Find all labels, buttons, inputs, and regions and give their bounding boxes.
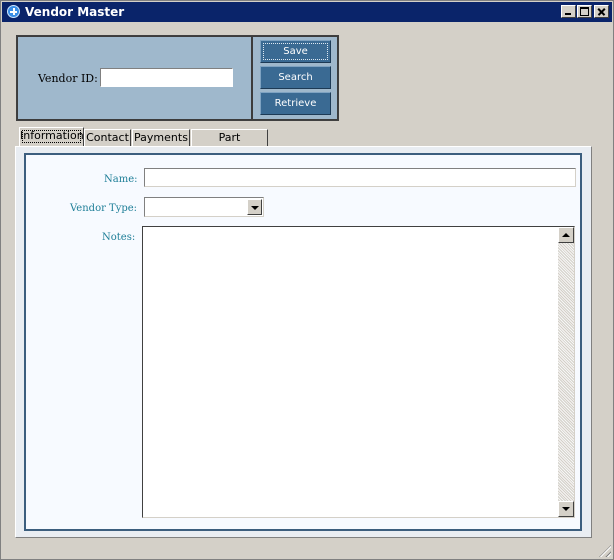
minimize-icon[interactable] bbox=[561, 5, 576, 18]
tab-part-numbers[interactable]: Part Numbers bbox=[191, 129, 268, 159]
notes-label: Notes: bbox=[102, 232, 136, 243]
dropdown-button[interactable] bbox=[247, 199, 262, 215]
tab-strip: Information Contact Payments Part Number… bbox=[15, 126, 592, 159]
action-button-group: Save Search Retrieve bbox=[253, 37, 337, 119]
retrieve-button[interactable]: Retrieve bbox=[260, 92, 331, 115]
name-input[interactable] bbox=[144, 168, 576, 187]
vendor-type-label: Vendor Type: bbox=[70, 203, 138, 214]
chevron-down-icon bbox=[251, 206, 259, 210]
maximize-icon[interactable] bbox=[577, 5, 592, 18]
vendor-master-window: Vendor Master Vendor ID: Save Search Ret… bbox=[0, 0, 614, 560]
vendor-id-input[interactable] bbox=[100, 68, 233, 87]
scroll-down-button[interactable] bbox=[558, 501, 574, 517]
vendor-header-panel: Vendor ID: Save Search Retrieve bbox=[16, 35, 339, 121]
name-label: Name: bbox=[104, 174, 138, 185]
chevron-down-icon bbox=[562, 507, 570, 511]
notes-textarea[interactable] bbox=[142, 226, 575, 518]
window-title: Vendor Master bbox=[25, 5, 125, 19]
save-button[interactable]: Save bbox=[260, 40, 331, 63]
close-icon[interactable] bbox=[594, 5, 609, 18]
notes-scrollbar[interactable] bbox=[558, 227, 574, 517]
tab-contact[interactable]: Contact bbox=[84, 129, 131, 146]
vendor-type-dropdown[interactable] bbox=[144, 197, 264, 217]
resize-grip-icon[interactable] bbox=[599, 545, 611, 557]
vendor-id-label: Vendor ID: bbox=[38, 72, 98, 85]
chevron-up-icon bbox=[562, 233, 570, 237]
information-panel: Name: Vendor Type: Notes: bbox=[24, 153, 582, 531]
tab-body: Name: Vendor Type: Notes: bbox=[15, 146, 592, 538]
tab-information[interactable]: Information bbox=[19, 127, 84, 146]
vendor-id-area: Vendor ID: bbox=[18, 37, 251, 119]
tab-payments[interactable]: Payments bbox=[132, 129, 190, 146]
scroll-up-button[interactable] bbox=[558, 227, 574, 243]
title-bar[interactable]: Vendor Master bbox=[2, 2, 612, 22]
plus-circle-icon bbox=[7, 5, 20, 18]
search-button[interactable]: Search bbox=[260, 66, 331, 89]
